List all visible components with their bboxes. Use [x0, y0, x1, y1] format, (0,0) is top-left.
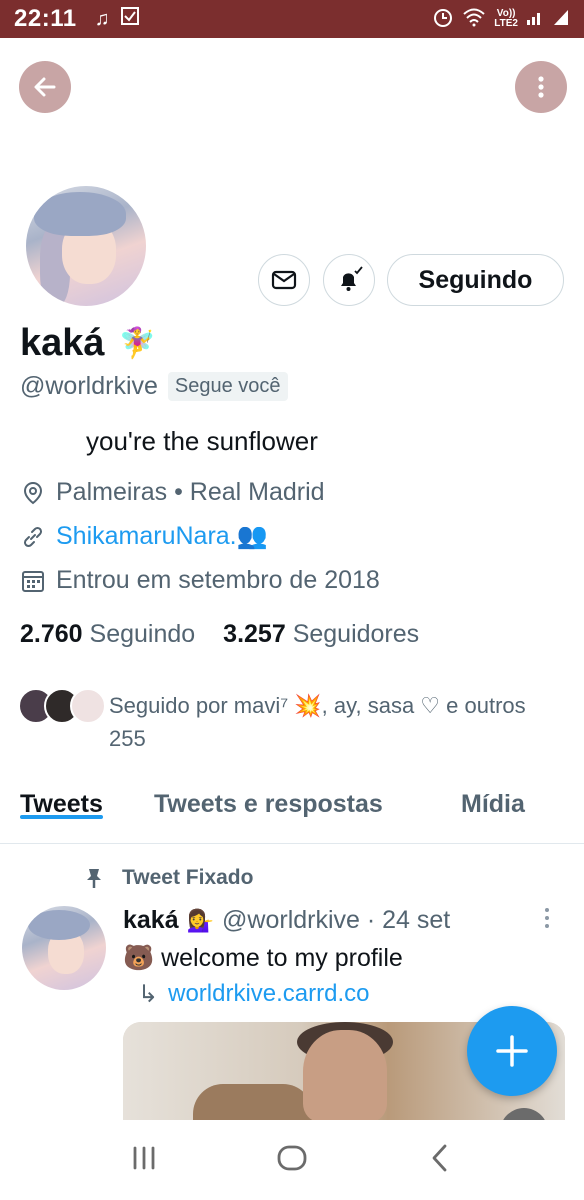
- website-link[interactable]: ShikamaruNara.👥: [56, 522, 268, 551]
- status-bar: 22:11 ♫ Vo)) LTE2: [0, 0, 584, 38]
- signal-icon: [526, 8, 544, 31]
- tweet-author-name: kaká: [123, 906, 179, 934]
- pin-icon: [87, 869, 101, 888]
- follow-counts: 2.760 Seguindo 3.257 Seguidores: [20, 620, 419, 649]
- following-button[interactable]: Seguindo: [387, 254, 564, 306]
- followed-by-avatars[interactable]: [18, 688, 106, 724]
- home-button[interactable]: [275, 1141, 309, 1180]
- tweet-text: 🐻 welcome to my profile: [123, 944, 403, 972]
- envelope-icon: [271, 270, 297, 290]
- link-icon: [23, 526, 43, 547]
- active-tab-indicator: [20, 815, 103, 819]
- follows-you-badge: Segue você: [167, 372, 288, 401]
- arrow-left-icon: [34, 77, 56, 97]
- lte-label: LTE2: [494, 18, 518, 29]
- handle-row: @worldrkive Segue você: [20, 372, 288, 401]
- profile-name: kaká: [20, 322, 105, 364]
- music-note-icon: ♫: [94, 7, 110, 30]
- tweet-link[interactable]: worldrkive.carrd.co: [168, 980, 369, 1009]
- tweet-avatar[interactable]: [22, 906, 106, 990]
- profile-avatar[interactable]: [22, 182, 150, 310]
- system-navbar: [0, 1120, 584, 1200]
- followed-by-text[interactable]: Seguido por mavi⁷ 💥, ay, sasa ♡ e outros…: [109, 689, 549, 755]
- location-text: Palmeiras • Real Madrid: [56, 478, 325, 506]
- followers-count-link[interactable]: 3.257 Seguidores: [223, 620, 419, 649]
- notifications-button[interactable]: [323, 254, 375, 306]
- back-button[interactable]: [19, 61, 71, 113]
- profile-handle: @worldrkive: [20, 372, 158, 400]
- name-emoji: 🧚‍♀️: [118, 327, 156, 360]
- more-vertical-icon: [538, 76, 544, 98]
- tweet-header: kaká 💁‍♀️ @worldrkive · 24 set: [123, 906, 450, 935]
- network-type: Vo)) LTE2: [494, 9, 518, 29]
- tab-media[interactable]: Mídia: [461, 770, 525, 819]
- recent-apps-icon: [133, 1146, 155, 1169]
- tab-tweets-replies[interactable]: Tweets e respostas: [154, 770, 383, 819]
- profile-name-row: kaká 🧚‍♀️: [20, 322, 156, 365]
- avatar: [70, 688, 106, 724]
- message-button[interactable]: [258, 254, 310, 306]
- profile-bio: you're the sunflower: [86, 426, 318, 456]
- website-row: ShikamaruNara.👥: [20, 522, 268, 551]
- following-count-link[interactable]: 2.760 Seguindo: [20, 620, 195, 649]
- more-options-button[interactable]: [515, 61, 567, 113]
- joined-row: Entrou em setembro de 2018: [20, 566, 380, 595]
- followers-label: Seguidores: [292, 620, 420, 648]
- pinned-label: Tweet Fixado: [122, 866, 254, 889]
- tab-tweets[interactable]: Tweets: [20, 770, 103, 819]
- tab-label: Tweets: [20, 790, 103, 818]
- status-time: 22:11: [14, 5, 77, 32]
- checklist-icon: [120, 6, 140, 32]
- tweet-link-row: ↳ worldrkive.carrd.co: [138, 980, 370, 1009]
- tweet-author-emoji: 💁‍♀️: [186, 907, 215, 933]
- followers-count: 3.257: [223, 620, 286, 648]
- tweet-more-button[interactable]: [542, 906, 552, 932]
- location-pin-icon: [23, 481, 43, 504]
- plus-icon: [496, 1035, 528, 1067]
- link-prefix: ↳: [138, 981, 159, 1008]
- bell-check-icon: [341, 266, 363, 291]
- calendar-icon: [22, 570, 44, 592]
- alarm-icon: [432, 6, 454, 33]
- compose-tweet-button[interactable]: [467, 1006, 557, 1096]
- tweet-handle-date: @worldrkive · 24 set: [222, 906, 451, 934]
- following-label: Seguindo: [89, 620, 196, 648]
- signal-icon: [552, 8, 570, 31]
- back-icon: [432, 1144, 447, 1171]
- tab-label: Mídia: [461, 790, 525, 818]
- location-row: Palmeiras • Real Madrid: [20, 478, 325, 507]
- pinned-tweet-label-row: Tweet Fixado: [84, 866, 253, 890]
- recent-apps-button[interactable]: [127, 1141, 161, 1180]
- tab-label: Tweets e respostas: [154, 790, 383, 818]
- profile-tabs: Tweets Tweets e respostas Mídia: [0, 770, 584, 844]
- home-icon: [277, 1145, 307, 1170]
- following-count: 2.760: [20, 620, 83, 648]
- joined-text: Entrou em setembro de 2018: [56, 566, 380, 594]
- wifi-icon: [462, 7, 486, 32]
- system-back-button[interactable]: [423, 1141, 457, 1180]
- more-vertical-icon: [545, 908, 549, 928]
